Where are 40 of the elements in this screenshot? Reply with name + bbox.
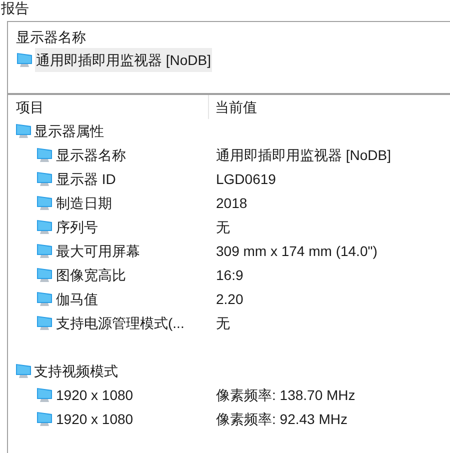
tree-item[interactable]: 制造日期 bbox=[56, 191, 112, 215]
monitor-icon bbox=[15, 123, 32, 139]
monitor-icon bbox=[36, 291, 53, 307]
tree-item[interactable]: 图像宽高比 bbox=[56, 263, 126, 287]
report-title: 报告 bbox=[0, 0, 29, 18]
value-text: 通用即插即用监视器 [NoDB] bbox=[215, 146, 392, 165]
tree-item[interactable]: 支持电源管理模式(... bbox=[56, 311, 184, 335]
value-text: 无 bbox=[215, 218, 230, 237]
device-name[interactable]: 通用即插即用监视器 [NoDB] bbox=[35, 48, 212, 72]
monitor-icon bbox=[36, 195, 53, 211]
monitor-icon bbox=[36, 267, 53, 283]
value-text: 2.20 bbox=[215, 290, 244, 309]
value-text: 309 mm x 174 mm (14.0") bbox=[215, 242, 378, 261]
monitor-icon bbox=[36, 243, 53, 259]
tree-item[interactable]: 显示器名称 bbox=[56, 143, 126, 167]
value-text: 16:9 bbox=[215, 266, 244, 285]
tree-item[interactable]: 1920 x 1080 bbox=[56, 407, 134, 431]
monitor-icon bbox=[36, 219, 53, 235]
tree-group[interactable]: 显示器属性 bbox=[34, 119, 104, 143]
tree-item[interactable]: 伽马值 bbox=[56, 287, 98, 311]
tree-group[interactable]: 支持视频模式 bbox=[34, 359, 118, 383]
column-header[interactable]: 当前值 bbox=[209, 95, 450, 119]
value-text: 像素频率: 92.43 MHz bbox=[215, 410, 348, 429]
monitor-icon bbox=[36, 411, 53, 427]
column-header[interactable]: 项目 bbox=[8, 95, 209, 119]
value-text: 像素频率: 138.70 MHz bbox=[215, 386, 356, 405]
monitor-icon bbox=[16, 52, 33, 68]
value-text: 2018 bbox=[215, 194, 248, 213]
monitor-icon bbox=[36, 387, 53, 403]
section-label: 显示器名称 bbox=[16, 28, 86, 47]
monitor-icon bbox=[36, 171, 53, 187]
value-text: 无 bbox=[215, 314, 230, 333]
tree-item[interactable]: 最大可用屏幕 bbox=[56, 239, 140, 263]
monitor-icon bbox=[36, 315, 53, 331]
monitor-icon bbox=[15, 363, 32, 379]
tree-item[interactable]: 序列号 bbox=[56, 215, 98, 239]
tree-item[interactable]: 显示器 ID bbox=[56, 167, 116, 191]
value-text: LGD0619 bbox=[215, 170, 276, 189]
monitor-icon bbox=[36, 147, 53, 163]
tree-item[interactable]: 1920 x 1080 bbox=[56, 383, 134, 407]
